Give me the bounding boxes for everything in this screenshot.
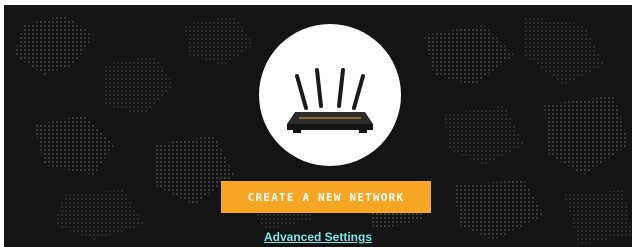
advanced-settings-link[interactable]: Advanced Settings [4, 230, 632, 244]
router-icon [287, 68, 373, 133]
setup-page: CREATE A NEW NETWORK Advanced Settings [0, 0, 637, 247]
hero-panel: CREATE A NEW NETWORK Advanced Settings [4, 5, 632, 247]
router-image-circle [259, 24, 401, 166]
create-network-button[interactable]: CREATE A NEW NETWORK [221, 181, 431, 213]
